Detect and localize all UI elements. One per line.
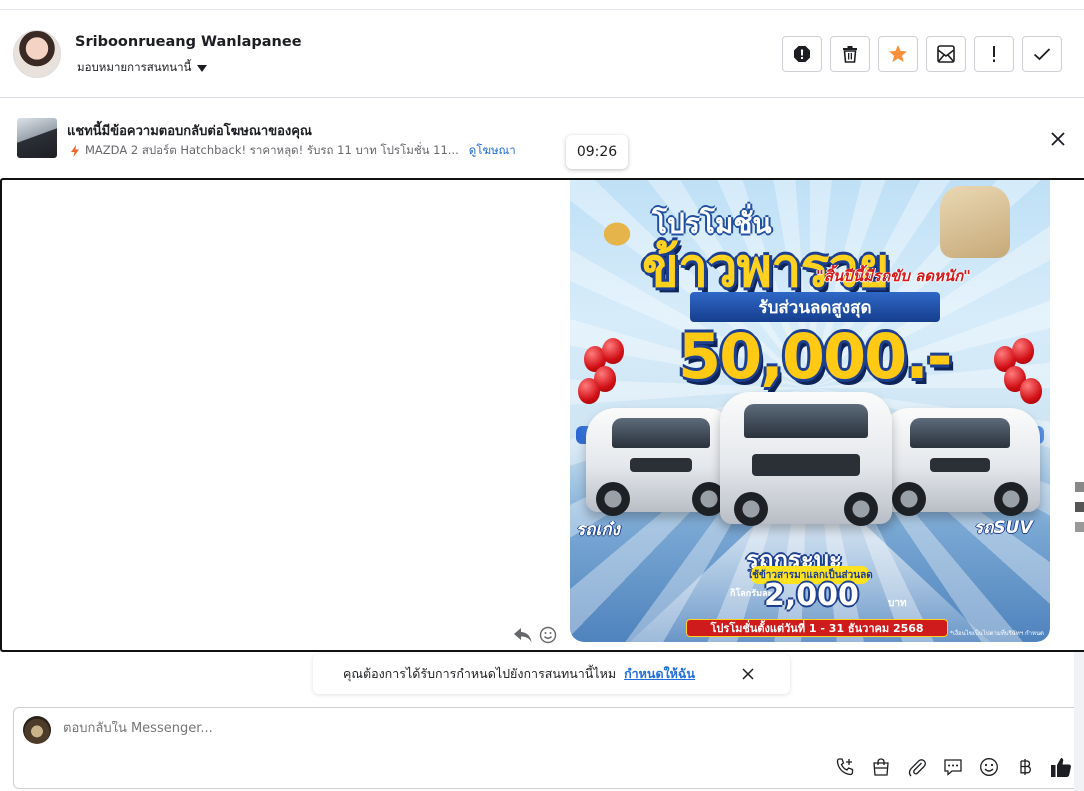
page-avatar	[23, 716, 51, 744]
rice-sack-image	[940, 186, 1010, 258]
mail-unread-icon	[937, 45, 955, 63]
trash-icon	[843, 46, 857, 63]
report-icon	[794, 46, 810, 62]
baht-icon[interactable]	[1014, 756, 1036, 778]
suv-tag: รถSUV	[974, 518, 1033, 538]
promo-period: โปรโมชั่นตั้งแต่วันที่ 1 - 31 ธันวาคม 25…	[686, 619, 948, 637]
assign-to-me-link[interactable]: กำหนดให้ฉัน	[624, 664, 695, 684]
balloon-image	[578, 378, 600, 404]
assign-label: มอบหมายการสนทนานี้	[77, 60, 192, 74]
call-plus-icon[interactable]	[834, 756, 856, 778]
check-icon	[1033, 48, 1051, 61]
suv-car-image	[880, 408, 1040, 516]
side-panel-edge	[1074, 652, 1084, 791]
balloon-image	[1020, 378, 1042, 404]
baht-label: บาท	[888, 598, 907, 609]
star-button[interactable]	[878, 36, 918, 72]
per-kg-price: 2,000	[764, 578, 859, 613]
report-button[interactable]	[782, 36, 822, 72]
view-ad-link[interactable]: ดูโฆษณา	[469, 142, 516, 160]
balloon-image	[1012, 338, 1034, 364]
assign-dropdown[interactable]: มอบหมายการสนทนานี้	[77, 59, 208, 77]
thumbs-up-icon[interactable]	[1050, 756, 1072, 778]
sedan-car-image	[586, 408, 736, 516]
ad-banner-title: แชทนี้มีข้อความตอบกลับต่อโฆษณาของคุณ	[67, 124, 312, 139]
saved-reply-icon[interactable]	[942, 756, 964, 778]
promo-slogan: "สิ้นปีนี้มีรถขับ ลดหนัก"	[816, 267, 971, 285]
reply-icon[interactable]	[513, 627, 533, 643]
promo-amount: 50,000.-	[678, 320, 953, 393]
paperclip-icon[interactable]	[906, 756, 928, 778]
message-timestamp-tooltip: 09:26	[566, 135, 628, 169]
balloon-image	[602, 338, 624, 364]
caret-down-icon	[197, 64, 208, 72]
sedan-tag: รถเก๋ง	[576, 520, 620, 540]
message-tools	[513, 626, 557, 644]
ad-reply-banner: แชทนี้มีข้อความตอบกลับต่อโฆษณาของคุณ MAZ…	[0, 99, 1084, 179]
mark-done-button[interactable]	[1022, 36, 1062, 72]
ad-text: MAZDA 2 สปอร์ต Hatchback! ราคาหลุด! รับร…	[85, 143, 459, 157]
close-icon[interactable]	[740, 666, 756, 682]
header-actions	[782, 36, 1062, 72]
promo-image[interactable]: โปรโมชั่น ข้าวพารวย "สิ้นปีนี้มีรถขับ ลด…	[570, 180, 1050, 642]
exclamation-icon	[993, 46, 995, 62]
delete-button[interactable]	[830, 36, 870, 72]
selected-message[interactable]: โปรโมชั่น ข้าวพารวย "สิ้นปีนี้มีรถขับ ลด…	[0, 178, 1084, 652]
shopping-bag-icon[interactable]	[870, 756, 892, 778]
promo-ribbon: รับส่วนลดสูงสุด	[690, 292, 940, 322]
ad-banner-subtitle: MAZDA 2 สปอร์ต Hatchback! ราคาหลุด! รับร…	[71, 142, 516, 160]
assign-reminder: คุณต้องการได้รับการกำหนดไปยังการสนทนานี้…	[313, 654, 790, 694]
reminder-text: คุณต้องการได้รับการกำหนดไปยังการสนทนานี้…	[343, 666, 617, 681]
star-icon	[889, 45, 907, 62]
promo-footnote: *เงื่อนไขเป็นไปตามที่บริษัทฯ กำหนด	[950, 630, 1044, 637]
mark-important-button[interactable]	[974, 36, 1014, 72]
side-panel-edge	[1075, 482, 1084, 532]
avatar[interactable]	[13, 30, 61, 78]
reply-composer	[13, 707, 1084, 789]
composer-tools	[834, 756, 1072, 778]
ad-thumbnail[interactable]	[17, 118, 57, 158]
conversation-header: Sriboonrueang Wanlapanee มอบหมายการสนทนา…	[0, 10, 1084, 98]
emoji-react-icon[interactable]	[539, 626, 557, 644]
bolt-icon	[71, 145, 79, 157]
reply-input[interactable]	[63, 721, 763, 736]
pickup-truck-image	[720, 392, 892, 526]
wheat-decoration	[594, 214, 640, 254]
emoji-icon[interactable]	[978, 756, 1000, 778]
mark-unread-button[interactable]	[926, 36, 966, 72]
close-icon[interactable]	[1048, 129, 1068, 149]
contact-name[interactable]: Sriboonrueang Wanlapanee	[75, 34, 302, 50]
